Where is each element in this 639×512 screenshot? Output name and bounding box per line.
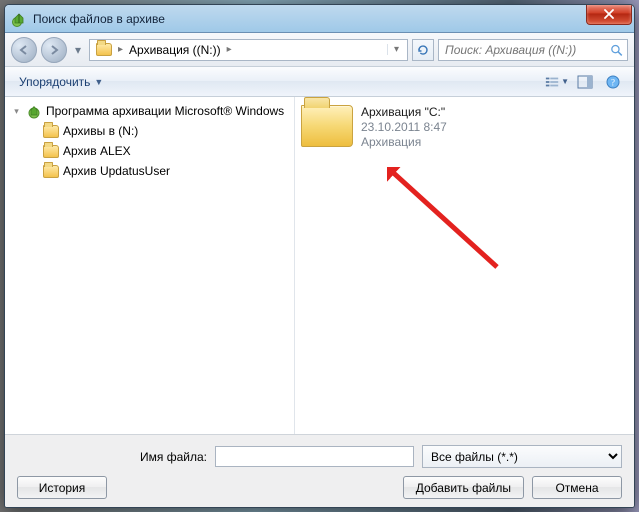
folder-icon [43, 125, 59, 138]
list-pane[interactable]: Архивация "C:" 23.10.2011 8:47 Архивация [295, 97, 634, 434]
view-options-button[interactable]: ▼ [544, 71, 570, 93]
svg-text:?: ? [611, 77, 615, 87]
filename-input[interactable] [215, 446, 414, 467]
tree-node-2-label: Архив UpdatusUser [63, 164, 170, 178]
folder-icon [43, 165, 59, 178]
forward-button[interactable] [41, 37, 67, 63]
tree-node-1[interactable]: Архив ALEX [7, 141, 292, 161]
window-title: Поиск файлов в архиве [33, 12, 165, 26]
filename-row: Имя файла: Все файлы (*.*) [17, 445, 622, 468]
cancel-button[interactable]: Отмена [532, 476, 622, 499]
back-button[interactable] [11, 37, 37, 63]
expander-open-icon[interactable]: ▾ [11, 106, 22, 117]
toolbar: Упорядочить ▼ ▼ ? [5, 67, 634, 97]
organize-label: Упорядочить [19, 75, 90, 89]
address-seg-1[interactable]: Архивация ((N:)) [125, 40, 225, 60]
search-box[interactable] [438, 39, 628, 61]
address-seg-1-text: Архивация ((N:)) [129, 43, 221, 57]
tree-node-2[interactable]: Архив UpdatusUser [7, 161, 292, 181]
folder-icon [96, 43, 112, 56]
app-icon [11, 11, 27, 27]
address-bar[interactable]: ▸ Архивация ((N:)) ▸ ▾ [89, 39, 408, 61]
titlebar[interactable]: Поиск файлов в архиве [5, 5, 634, 33]
tree-node-1-label: Архив ALEX [63, 144, 131, 158]
folder-icon [43, 145, 59, 158]
chevron-down-icon: ▼ [561, 77, 569, 86]
preview-pane-icon [577, 75, 593, 89]
history-label: История [39, 481, 86, 495]
tree-root-label: Программа архивации Microsoft® Windows [46, 104, 284, 118]
address-dropdown-button[interactable]: ▾ [387, 44, 405, 55]
folder-large-icon [301, 105, 353, 147]
close-button[interactable] [586, 5, 632, 25]
title-group: Поиск файлов в архиве [11, 11, 165, 27]
help-icon: ? [606, 75, 620, 89]
buttons-row: История Добавить файлы Отмена [17, 476, 622, 499]
back-arrow-icon [17, 43, 31, 57]
tree-node-0-label: Архивы в (N:) [63, 124, 138, 138]
bottom-panel: Имя файла: Все файлы (*.*) История Добав… [5, 434, 634, 507]
nav-row: ▾ ▸ Архивация ((N:)) ▸ ▾ [5, 33, 634, 67]
history-button[interactable]: История [17, 476, 107, 499]
nav-tree[interactable]: ▾ Программа архивации Microsoft® Windows… [5, 97, 295, 434]
add-files-button[interactable]: Добавить файлы [403, 476, 524, 499]
list-item-date: 23.10.2011 8:47 [361, 120, 447, 135]
tree-node-0[interactable]: Архивы в (N:) [7, 121, 292, 141]
view-icon [545, 75, 559, 89]
forward-arrow-icon [47, 43, 61, 57]
backup-program-icon [26, 103, 42, 119]
toolbar-right: ▼ ? [544, 71, 626, 93]
chevron-right-icon[interactable]: ▸ [118, 44, 123, 55]
organize-menu[interactable]: Упорядочить ▼ [13, 72, 109, 92]
add-files-label: Добавить файлы [416, 481, 511, 495]
preview-pane-button[interactable] [572, 71, 598, 93]
content-area: ▾ Программа архивации Microsoft® Windows… [5, 97, 634, 434]
search-input[interactable] [443, 42, 606, 58]
filename-label: Имя файла: [17, 450, 207, 464]
search-icon [610, 43, 623, 57]
chevron-right-icon[interactable]: ▸ [227, 44, 232, 55]
file-type-filter[interactable]: Все файлы (*.*) [422, 445, 622, 468]
annotation-arrow [387, 167, 507, 277]
dialog-window: Поиск файлов в архиве ▾ ▸ Архива [4, 4, 635, 508]
refresh-button[interactable] [412, 39, 434, 61]
list-item-meta: Архивация "C:" 23.10.2011 8:47 Архивация [361, 105, 447, 150]
close-icon [603, 9, 615, 19]
tree-root[interactable]: ▾ Программа архивации Microsoft® Windows [7, 101, 292, 121]
refresh-icon [416, 43, 430, 57]
list-item-kind: Архивация [361, 135, 447, 150]
cancel-label: Отмена [555, 481, 598, 495]
chevron-down-icon: ▼ [94, 77, 103, 87]
list-item[interactable]: Архивация "C:" 23.10.2011 8:47 Архивация [297, 101, 632, 154]
address-root[interactable] [92, 40, 116, 60]
help-button[interactable]: ? [600, 71, 626, 93]
recent-locations-button[interactable]: ▾ [71, 40, 85, 60]
list-item-name: Архивация "C:" [361, 105, 447, 120]
